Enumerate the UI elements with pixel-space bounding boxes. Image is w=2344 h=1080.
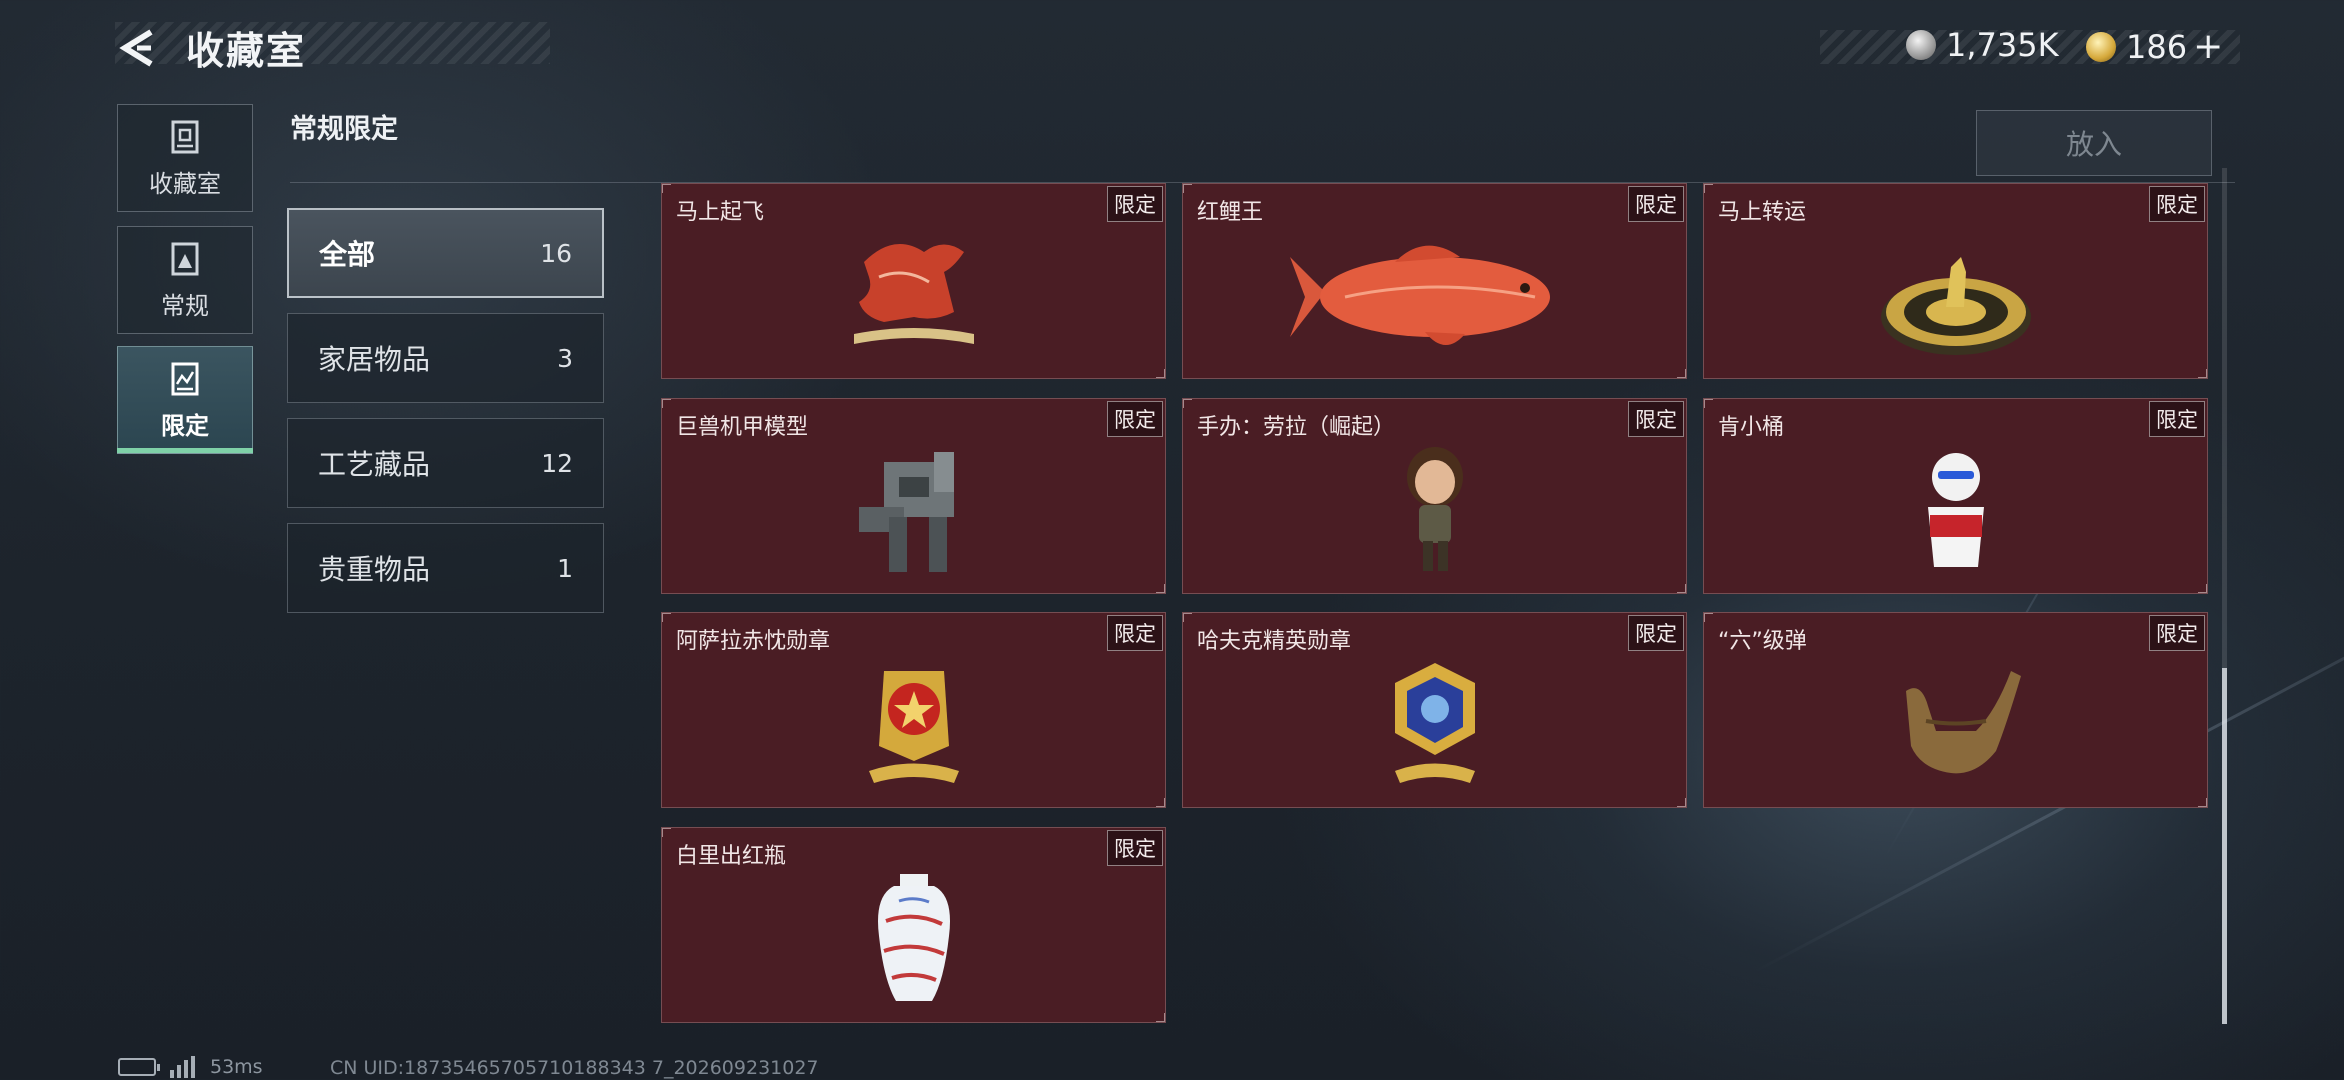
red-carp-icon: [1289, 245, 1550, 346]
limited-badge: 限定: [1107, 830, 1163, 866]
card-corner: [662, 399, 671, 408]
header-stripe: [115, 22, 550, 64]
item-card[interactable]: 马上转运 限定: [1703, 183, 2208, 379]
card-corner: [1704, 613, 1713, 622]
nav-label: 常规: [161, 291, 209, 320]
card-corner: [662, 828, 671, 837]
golden-wheel-icon: [1880, 257, 2031, 355]
item-card[interactable]: 红鲤王 限定: [1182, 183, 1687, 379]
item-name: “六”级弹: [1718, 629, 1807, 654]
category-home[interactable]: 家居物品 3: [287, 313, 604, 403]
put-in-button[interactable]: 放入: [1976, 110, 2212, 176]
card-corner: [1677, 798, 1686, 807]
category-count: 3: [557, 343, 573, 373]
card-corner: [1183, 399, 1192, 408]
item-card[interactable]: 马上起飞 限定: [661, 183, 1166, 379]
item-card[interactable]: “六”级弹 限定: [1703, 612, 2208, 808]
limited-badge: 限定: [1107, 615, 1163, 651]
silver-currency-value: 1,735K: [1946, 26, 2059, 64]
nav-label: 收藏室: [149, 169, 221, 198]
active-nav-indicator: [117, 448, 253, 453]
limited-icon: [171, 362, 199, 395]
item-name: 马上转运: [1718, 200, 1807, 225]
item-name: 肯小桶: [1718, 415, 1785, 440]
regular-icon: [171, 242, 199, 275]
category-valuable[interactable]: 贵重物品 1: [287, 523, 604, 613]
card-corner: [1704, 184, 1713, 193]
item-name: 巨兽机甲模型: [676, 415, 809, 440]
card-corner: [1156, 1013, 1165, 1022]
card-corner: [1677, 584, 1686, 593]
card-corner: [2198, 584, 2207, 593]
item-card[interactable]: 肯小桶 限定: [1703, 398, 2208, 594]
item-name: 哈夫克精英勋章: [1197, 629, 1352, 654]
limited-badge: 限定: [2149, 401, 2205, 437]
gold-currency-value: 186: [2126, 27, 2188, 66]
page-title: 收藏室: [186, 29, 307, 73]
card-corner: [662, 613, 671, 622]
limited-badge: 限定: [1107, 186, 1163, 222]
gold-currency: 186 +: [2086, 26, 2223, 67]
item-name: 马上起飞: [676, 200, 765, 225]
category-craft[interactable]: 工艺藏品 12: [287, 418, 604, 508]
category-count: 1: [557, 553, 573, 583]
collection-room-icon: [171, 120, 199, 153]
card-corner: [1183, 613, 1192, 622]
nav-item-limited[interactable]: 限定: [117, 346, 253, 454]
card-corner: [1156, 798, 1165, 807]
card-corner: [1156, 369, 1165, 378]
silver-currency: 1,735K: [1906, 26, 2059, 64]
card-corner: [1677, 369, 1686, 378]
item-card[interactable]: 白里出红瓶 限定: [661, 827, 1166, 1023]
blue-medal-icon: [1394, 663, 1475, 783]
category-count: 12: [541, 448, 573, 478]
add-currency-button[interactable]: +: [2193, 26, 2223, 67]
card-corner: [2198, 369, 2207, 378]
signal-icon: [170, 1056, 198, 1078]
limited-badge: 限定: [1107, 401, 1163, 437]
card-corner: [662, 184, 671, 193]
limited-badge: 限定: [2149, 615, 2205, 651]
nav-item-collection-room[interactable]: 收藏室: [117, 104, 253, 212]
flying-horse-figurine-icon: [853, 244, 974, 344]
limited-badge: 限定: [1628, 615, 1684, 651]
limited-badge: 限定: [1628, 186, 1684, 222]
bucket-mascot-icon: [1927, 453, 1984, 567]
uid-text: CN UID:18735465705710188343 7_2026092310…: [330, 1057, 819, 1079]
category-label: 工艺藏品: [318, 448, 431, 481]
nav-label: 限定: [161, 411, 209, 440]
item-name: 白里出红瓶: [676, 844, 787, 869]
card-corner: [1156, 584, 1165, 593]
status-bar: 53ms: [118, 1056, 263, 1078]
battery-icon: [118, 1058, 160, 1076]
card-corner: [2198, 798, 2207, 807]
ping-text: 53ms: [210, 1056, 263, 1078]
item-name: 红鲤王: [1197, 200, 1264, 225]
card-corner: [1704, 399, 1713, 408]
porcelain-vase-icon: [877, 874, 950, 1001]
limited-badge: 限定: [2149, 186, 2205, 222]
category-label: 贵重物品: [318, 553, 431, 586]
category-count: 16: [540, 238, 572, 268]
item-card[interactable]: 阿萨拉赤忱勋章 限定: [661, 612, 1166, 808]
card-corner: [1183, 184, 1192, 193]
scrollbar-thumb[interactable]: [2222, 668, 2227, 1024]
item-name: 阿萨拉赤忱勋章: [676, 629, 831, 654]
category-all[interactable]: 全部 16: [287, 208, 604, 298]
category-label: 家居物品: [318, 343, 431, 376]
section-title: 常规限定: [290, 114, 398, 145]
item-card[interactable]: 巨兽机甲模型 限定: [661, 398, 1166, 594]
silver-coin-icon: [1906, 30, 1936, 60]
gold-coin-icon: [2086, 31, 2116, 62]
category-label: 全部: [319, 238, 376, 271]
limited-badge: 限定: [1628, 401, 1684, 437]
mech-model-icon: [858, 452, 954, 572]
item-card[interactable]: 哈夫克精英勋章 限定: [1182, 612, 1687, 808]
red-medal-icon: [868, 671, 959, 783]
item-card[interactable]: 手办：劳拉（崛起） 限定: [1182, 398, 1687, 594]
hand-sign-sculpture-icon: [1905, 671, 2021, 774]
lara-figure-icon: [1406, 447, 1463, 571]
back-arrow-icon[interactable]: [115, 26, 159, 70]
nav-item-regular[interactable]: 常规: [117, 226, 253, 334]
